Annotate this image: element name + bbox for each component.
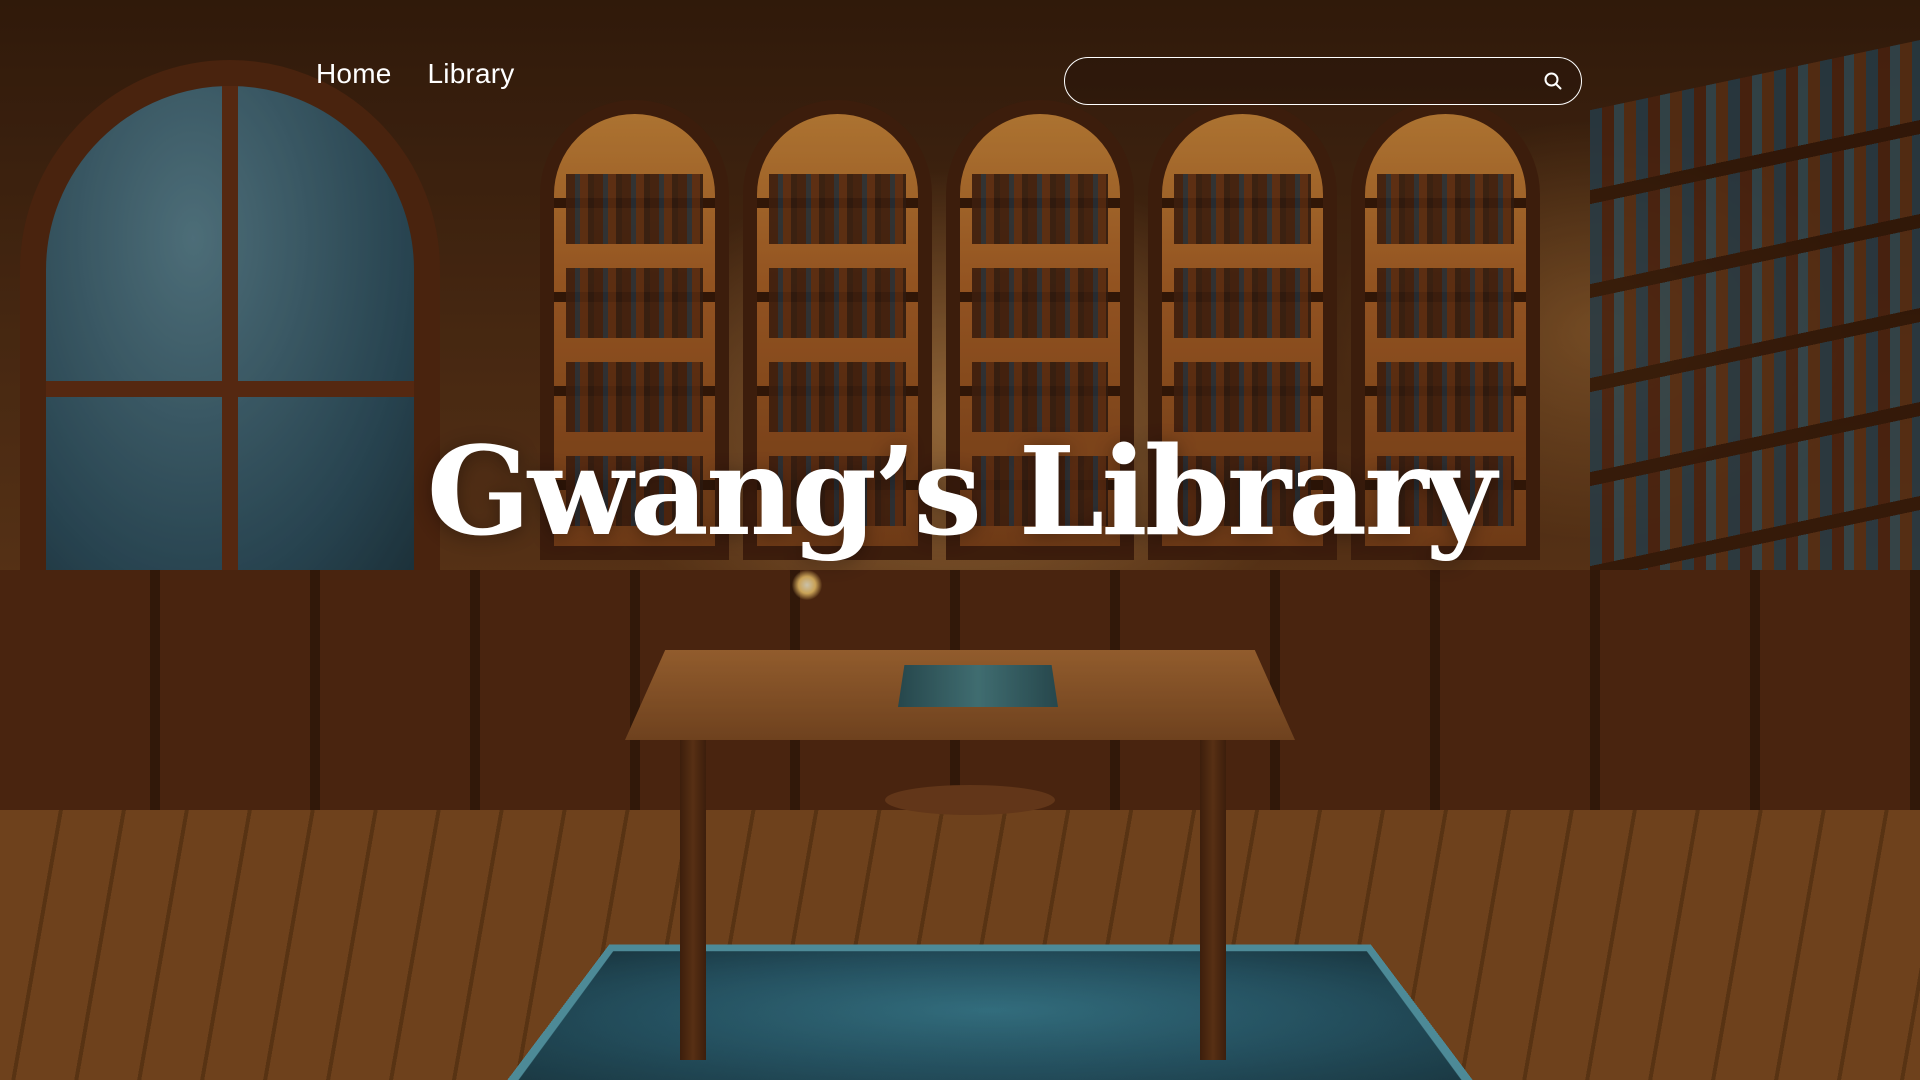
nav-link-home[interactable]: Home: [316, 58, 392, 90]
page-title: Gwang’s Library: [426, 419, 1497, 563]
search-input[interactable]: [1087, 68, 1539, 94]
nav-link-library[interactable]: Library: [428, 58, 515, 90]
search-bar: [1064, 57, 1582, 105]
hero-section: Home Library Gwang’s Library: [0, 0, 1920, 1080]
main-nav: Home Library: [316, 58, 515, 90]
search-icon[interactable]: [1539, 67, 1567, 95]
